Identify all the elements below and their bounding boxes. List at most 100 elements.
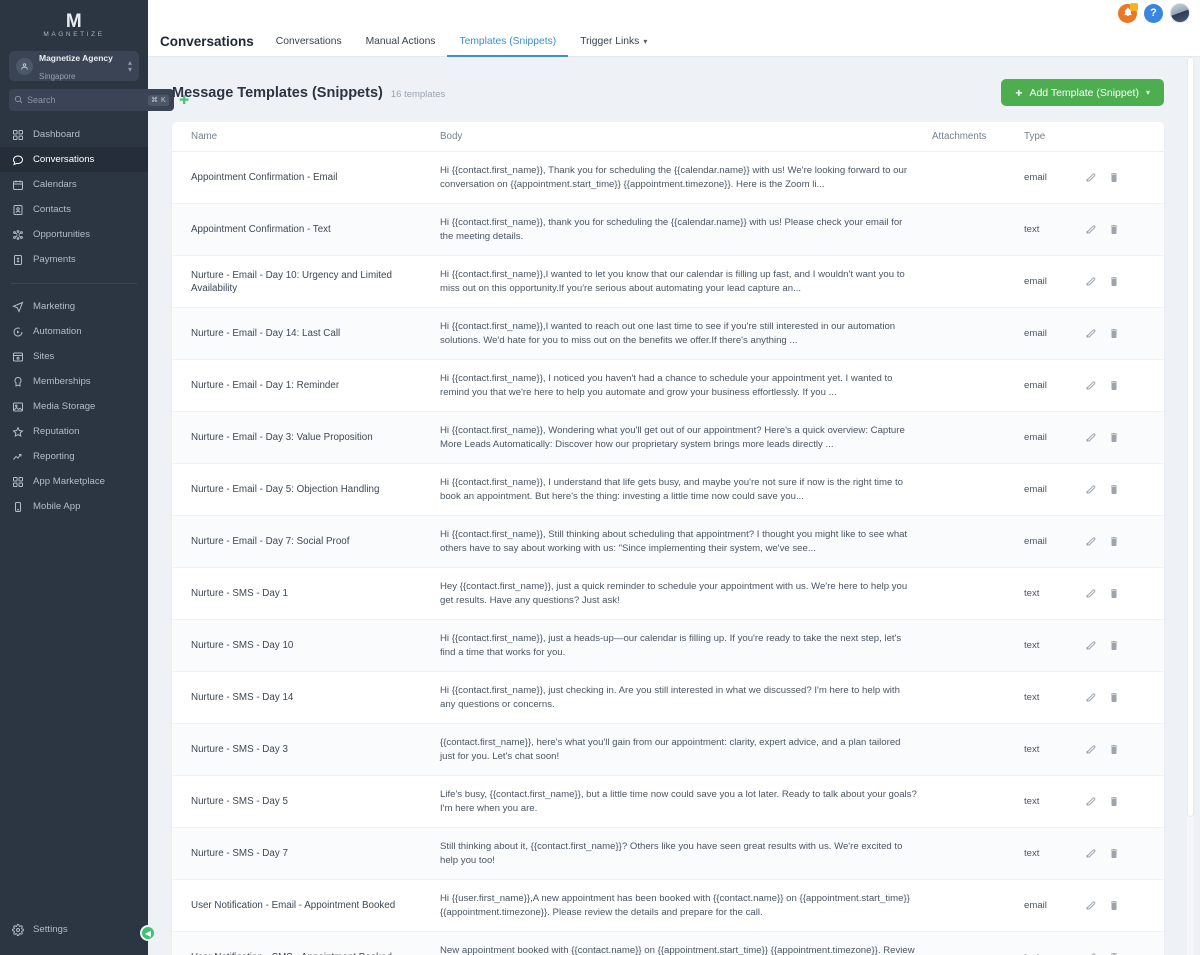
sidebar-item-reputation[interactable]: Reputation [0,419,148,444]
edit-icon[interactable] [1082,533,1099,550]
table-row[interactable]: Nurture - SMS - Day 14 Hi {{contact.first… [172,672,1164,724]
edit-icon[interactable] [1082,793,1099,810]
agency-switcher[interactable]: Magnetize Agency Singapore ▴ ▾ [9,51,139,81]
table-row[interactable]: Nurture - Email - Day 1: Reminder Hi {{co… [172,360,1164,412]
cell-type: email [1024,432,1047,443]
sidebar-item-contacts[interactable]: Contacts [0,197,148,222]
table-row[interactable]: Nurture - SMS - Day 5 Life's busy, {{cont… [172,776,1164,828]
cell-actions [1082,256,1164,308]
calendar-icon [11,178,24,191]
table-row[interactable]: User Notification - SMS - Appointment Bo… [172,931,1164,955]
trash-icon[interactable] [1105,533,1122,550]
cell-body: New appointment booked with {{contact.na… [440,945,915,955]
table-row[interactable]: Nurture - Email - Day 5: Objection Handl… [172,464,1164,516]
grid-icon [11,475,24,488]
table-row[interactable]: Nurture - SMS - Day 3 {{contact.first_nam… [172,723,1164,776]
sidebar-item-settings[interactable]: Settings [0,917,148,942]
table-row[interactable]: Nurture - Email - Day 14: Last Call Hi {{… [172,307,1164,360]
cell-body: Hi {{contact.first_name}}, Still thinkin… [440,529,908,554]
search-input[interactable] [27,95,144,105]
tab-conversations[interactable]: Conversations [264,36,354,57]
sidebar-item-media-storage[interactable]: Media Storage [0,394,148,419]
table-row[interactable]: User Notification - Email - Appointment … [172,880,1164,932]
cell-body: Life's busy, {{contact.first_name}}, but… [440,789,917,814]
cell-name: Nurture - SMS - Day 14 [191,692,294,703]
trash-icon[interactable] [1105,377,1122,394]
sidebar-label: Payments [33,254,76,265]
help-button[interactable]: ? [1144,3,1163,23]
trash-icon[interactable] [1105,741,1122,758]
sidebar-label: Calendars [33,179,77,190]
table-row[interactable]: Nurture - SMS - Day 7 Still thinking abou… [172,827,1164,880]
trash-icon[interactable] [1105,949,1122,955]
page-tabs-bar: Conversations Conversations Manual Actio… [148,26,1200,57]
scrollbar-thumb[interactable] [1187,57,1194,817]
edit-icon[interactable] [1082,897,1099,914]
table-row[interactable]: Nurture - Email - Day 7: Social Proof Hi … [172,515,1164,568]
sidebar-item-payments[interactable]: Payments [0,247,148,272]
edit-icon[interactable] [1082,325,1099,342]
sidebar-item-app-marketplace[interactable]: App Marketplace [0,469,148,494]
sidebar-collapse-button[interactable]: ◀ [140,925,156,941]
table-row[interactable]: Nurture - Email - Day 3: Value Propositi… [172,411,1164,464]
edit-icon[interactable] [1082,741,1099,758]
tab-templates-snippets[interactable]: Templates (Snippets) [447,36,569,57]
cell-attachments [932,412,1024,464]
edit-icon[interactable] [1082,689,1099,706]
cell-attachments [932,620,1024,672]
avatar[interactable] [1170,3,1190,23]
edit-icon[interactable] [1082,637,1099,654]
table-row[interactable]: Appointment Confirmation - Text Hi {{cont… [172,203,1164,256]
table-row[interactable]: Appointment Confirmation - Email Hi {{con… [172,152,1164,204]
edit-icon[interactable] [1082,273,1099,290]
cell-body: Hi {{contact.first_name}},I wanted to re… [440,321,896,346]
edit-icon[interactable] [1082,169,1099,186]
cell-type: email [1024,536,1047,547]
trash-icon[interactable] [1105,585,1122,602]
trash-icon[interactable] [1105,325,1122,342]
tab-trigger-links[interactable]: Trigger Links ▾ [568,36,659,57]
trash-icon[interactable] [1105,169,1122,186]
trash-icon[interactable] [1105,481,1122,498]
sidebar-item-reporting[interactable]: Reporting [0,444,148,469]
sidebar-item-marketing[interactable]: Marketing [0,294,148,319]
cell-body: Hi {{contact.first_name}}, thank you for… [440,217,903,242]
mobile-icon [11,500,24,513]
trash-icon[interactable] [1105,637,1122,654]
sidebar-item-mobile-app[interactable]: Mobile App [0,494,148,519]
sidebar-item-dashboard[interactable]: Dashboard [0,122,148,147]
tab-manual-actions[interactable]: Manual Actions [354,36,448,57]
trash-icon[interactable] [1105,897,1122,914]
trash-icon[interactable] [1105,221,1122,238]
cell-attachments [932,308,1024,360]
cell-actions [1082,204,1164,256]
sidebar-item-opportunities[interactable]: Opportunities [0,222,148,247]
cell-attachments [932,516,1024,568]
table-row[interactable]: Nurture - SMS - Day 10 Hi {{contact.first… [172,619,1164,672]
trash-icon[interactable] [1105,793,1122,810]
add-template-button[interactable]: + Add Template (Snippet) ▾ [1001,79,1164,106]
trash-icon[interactable] [1105,845,1122,862]
table-row[interactable]: Nurture - Email - Day 10: Urgency and Li… [172,256,1164,308]
edit-icon[interactable] [1082,845,1099,862]
edit-icon[interactable] [1082,585,1099,602]
templates-table: Name Body Attachments Type Appointment C… [172,122,1164,955]
trash-icon[interactable] [1105,273,1122,290]
edit-icon[interactable] [1082,221,1099,238]
grid-icon [11,128,24,141]
edit-icon[interactable] [1082,481,1099,498]
sidebar-item-conversations[interactable]: Conversations [0,147,148,172]
sidebar-item-automation[interactable]: Automation [0,319,148,344]
trash-icon[interactable] [1105,429,1122,446]
sidebar-item-calendars[interactable]: Calendars [0,172,148,197]
notifications-button[interactable] [1118,2,1138,23]
sidebar-item-sites[interactable]: Sites [0,344,148,369]
edit-icon[interactable] [1082,949,1099,955]
trash-icon[interactable] [1105,689,1122,706]
sidebar-item-memberships[interactable]: Memberships [0,369,148,394]
image-icon [11,400,24,413]
edit-icon[interactable] [1082,377,1099,394]
table-row[interactable]: Nurture - SMS - Day 1 Hey {{contact.first… [172,568,1164,620]
cell-actions [1082,932,1164,955]
edit-icon[interactable] [1082,429,1099,446]
